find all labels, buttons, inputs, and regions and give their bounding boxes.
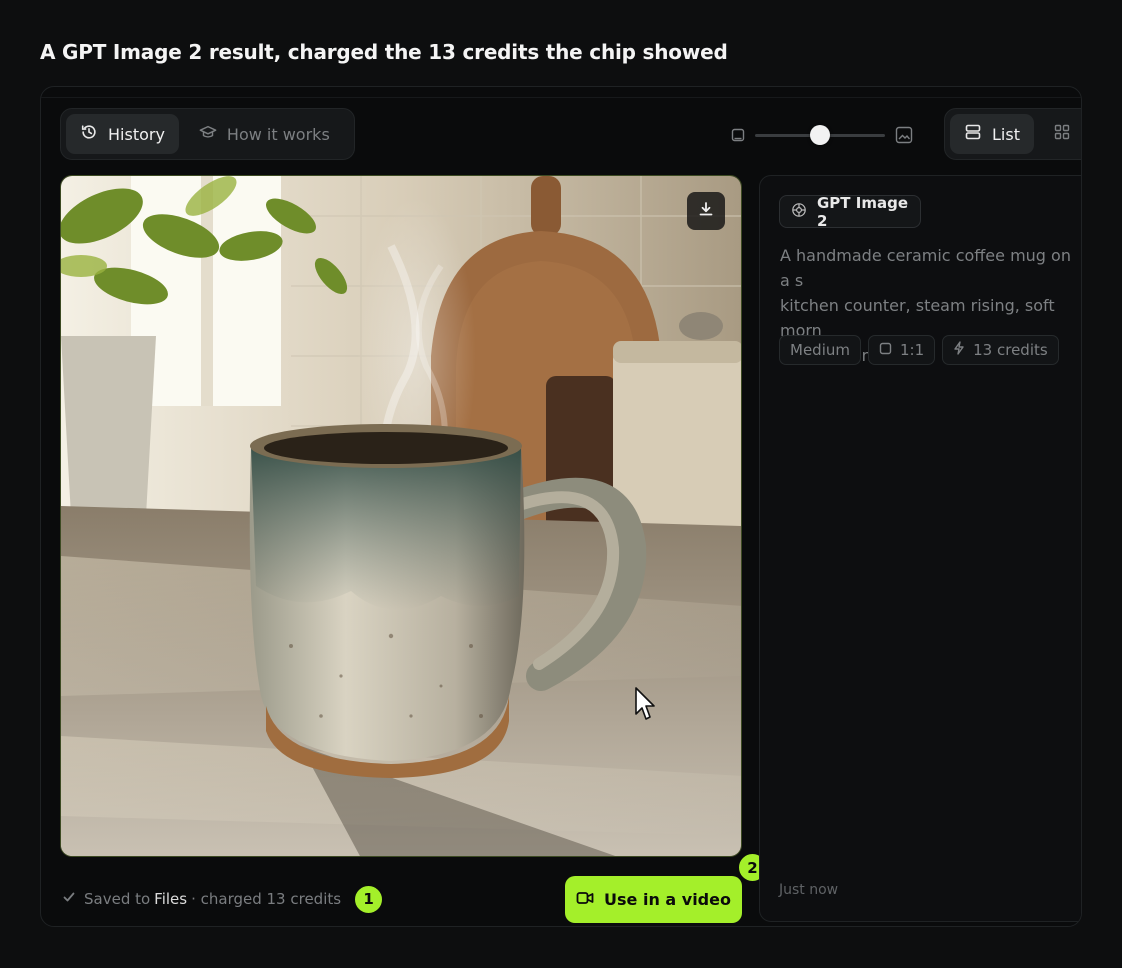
- tab-switcher: History How it works: [60, 108, 355, 160]
- view-switcher: List: [944, 108, 1081, 160]
- app-frame: History How it works List Saved to Files…: [40, 86, 1082, 927]
- tab-how-it-works[interactable]: How it works: [185, 114, 344, 154]
- view-grid-button[interactable]: [1040, 114, 1081, 154]
- video-camera-icon: [576, 890, 594, 909]
- view-list-button[interactable]: List: [950, 114, 1034, 154]
- openai-logo-icon: [791, 202, 807, 222]
- credits-tag: 13 credits: [942, 335, 1059, 365]
- coffee-mug-image: [61, 176, 741, 856]
- saved-status: Saved to Files · charged 13 credits 1: [62, 883, 385, 915]
- slider-track[interactable]: [755, 124, 885, 145]
- model-chip: GPT Image 2: [779, 193, 921, 230]
- credits-label: 13 credits: [973, 341, 1048, 359]
- image-large-icon: [895, 126, 913, 144]
- view-list-label: List: [992, 124, 1020, 144]
- list-icon: [964, 123, 982, 145]
- tab-history-label: History: [108, 124, 165, 144]
- files-link[interactable]: Files: [154, 890, 187, 908]
- grid-icon: [1054, 124, 1070, 144]
- step-badge-1: 1: [353, 883, 385, 915]
- quality-tag-label: Medium: [790, 341, 850, 359]
- tab-history[interactable]: History: [66, 114, 179, 154]
- square-icon: [879, 341, 892, 359]
- slider-thumb[interactable]: [810, 124, 830, 145]
- download-button[interactable]: [687, 192, 725, 230]
- charged-text: · charged 13 credits: [191, 890, 342, 908]
- tab-how-it-works-label: How it works: [226, 124, 330, 144]
- settings-tags: Medium 1:1 13 credits: [779, 335, 1059, 365]
- aspect-ratio-tag: 1:1: [867, 335, 936, 365]
- saved-prefix: Saved to: [84, 890, 151, 908]
- download-icon: [698, 201, 714, 221]
- use-in-video-label: Use in a video: [604, 890, 731, 909]
- model-name: GPT Image 2: [817, 193, 909, 230]
- image-small-icon: [731, 128, 745, 142]
- aspect-ratio-label: 1:1: [899, 341, 925, 359]
- mouse-cursor: [634, 686, 658, 726]
- check-icon: [62, 890, 76, 908]
- graduation-cap-icon: [199, 123, 217, 145]
- use-in-video-button[interactable]: Use in a video: [565, 876, 742, 923]
- frame-divider: [41, 97, 1081, 98]
- lightning-icon: [953, 341, 965, 359]
- generated-image[interactable]: [60, 175, 742, 857]
- page-title: A GPT Image 2 result, charged the 13 cre…: [40, 40, 728, 64]
- history-icon: [80, 123, 98, 145]
- timestamp: Just now: [779, 882, 839, 898]
- details-panel: GPT Image 2 A handmade ceramic coffee mu…: [759, 175, 1081, 922]
- thumbnail-size-slider: [731, 121, 927, 149]
- quality-tag: Medium: [779, 335, 861, 365]
